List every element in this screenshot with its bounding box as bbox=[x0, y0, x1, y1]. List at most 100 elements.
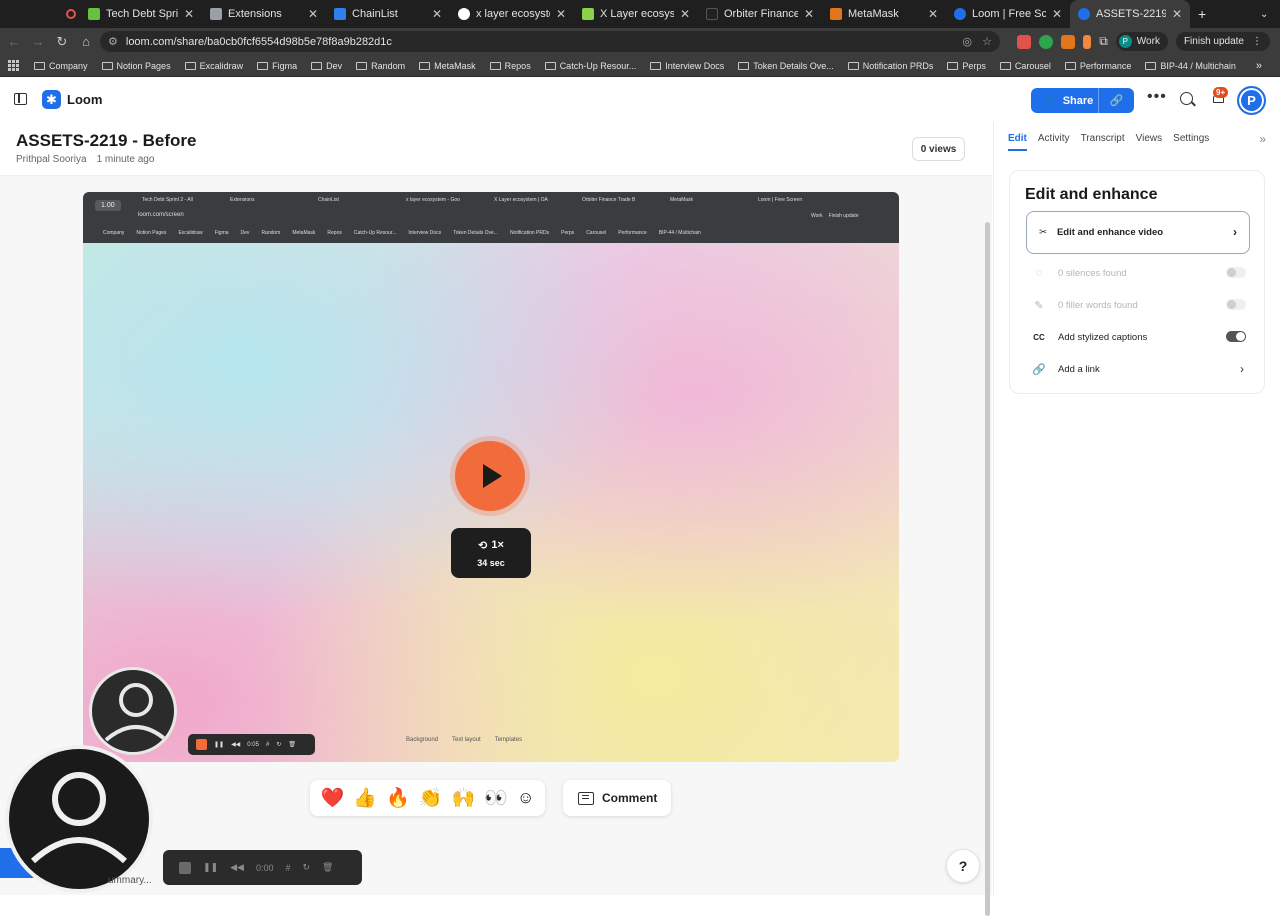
add-reaction-icon[interactable]: ☺ bbox=[517, 788, 534, 808]
captions-toggle[interactable] bbox=[1226, 331, 1246, 342]
browser-tab[interactable] bbox=[0, 0, 80, 28]
browser-tab[interactable]: Extensions ✕ bbox=[202, 0, 326, 28]
bookmark-folder[interactable]: MetaMask bbox=[419, 61, 476, 71]
loom-logo-icon[interactable]: ✱ bbox=[42, 90, 61, 109]
bookmarks-overflow-button[interactable]: » bbox=[1256, 60, 1262, 72]
close-tab-icon[interactable]: ✕ bbox=[308, 7, 318, 21]
close-tab-icon[interactable]: ✕ bbox=[1052, 7, 1062, 21]
page-scrollbar[interactable] bbox=[985, 222, 990, 916]
close-tab-icon[interactable]: ✕ bbox=[1172, 7, 1182, 21]
folder-icon bbox=[650, 61, 662, 70]
stylized-captions-option[interactable]: CC Add stylized captions bbox=[1032, 327, 1248, 347]
home-icon[interactable]: ⌂ bbox=[74, 34, 98, 49]
close-tab-icon[interactable]: ✕ bbox=[184, 7, 194, 21]
bookmark-folder[interactable]: Catch-Up Resour... bbox=[544, 61, 636, 71]
rewind-button[interactable]: ◀◀ bbox=[230, 862, 244, 873]
browser-tab[interactable]: Orbiter Finance Trad ✕ bbox=[698, 0, 822, 28]
bookmark-folder[interactable]: Dev bbox=[311, 61, 342, 71]
reaction-raised-hands[interactable]: 🙌 bbox=[452, 786, 476, 810]
tab-activity[interactable]: Activity bbox=[1038, 133, 1070, 151]
tab-settings[interactable]: Settings bbox=[1173, 133, 1209, 151]
bookmark-folder[interactable]: Interview Docs bbox=[650, 61, 724, 71]
bookmark-folder[interactable]: Excalidraw bbox=[184, 61, 243, 71]
folder-icon bbox=[847, 61, 859, 70]
browser-tab[interactable]: Loom | Free Screen ✕ bbox=[946, 0, 1070, 28]
restart-icon[interactable]: ↻ bbox=[302, 862, 310, 873]
reaction-thumbs-up[interactable]: 👍 bbox=[353, 786, 377, 810]
bookmark-folder[interactable]: Repos bbox=[489, 61, 531, 71]
bookmark-folder[interactable]: Notion Pages bbox=[101, 61, 171, 71]
camera-bubble[interactable] bbox=[5, 745, 153, 893]
browser-tab[interactable]: MetaMask ✕ bbox=[822, 0, 946, 28]
extension-icon[interactable] bbox=[1083, 34, 1092, 49]
browser-tab[interactable]: Tech Debt Sprint 2 ✕ bbox=[80, 0, 202, 28]
copy-link-button[interactable]: 🔗 bbox=[1099, 94, 1134, 107]
bookmark-folder[interactable]: Notification PRDs bbox=[847, 61, 933, 71]
bookmark-folder[interactable]: Company bbox=[34, 61, 88, 71]
apps-grid-icon[interactable] bbox=[8, 59, 20, 72]
extension-icon[interactable] bbox=[1039, 34, 1054, 49]
reaction-heart[interactable]: ❤️ bbox=[321, 786, 345, 810]
more-options-icon[interactable]: ••• bbox=[1147, 88, 1167, 106]
profile-button[interactable]: P Work bbox=[1115, 32, 1168, 51]
bookmark-folder[interactable]: Token Details Ove... bbox=[738, 61, 834, 71]
bookmark-folder[interactable]: Random bbox=[356, 61, 405, 71]
tab-search-icon[interactable]: ⌄ bbox=[1252, 0, 1280, 28]
trash-icon[interactable]: 🗑 bbox=[322, 862, 333, 873]
new-tab-button[interactable]: + bbox=[1190, 0, 1220, 28]
video-title[interactable]: ASSETS-2219 - Before bbox=[16, 131, 196, 151]
sidebar-toggle-icon[interactable] bbox=[14, 93, 27, 105]
stop-recording-button[interactable] bbox=[179, 861, 191, 874]
bookmark-folder[interactable]: Performance bbox=[1064, 61, 1131, 71]
help-button[interactable]: ? bbox=[946, 849, 980, 883]
tab-edit[interactable]: Edit bbox=[1008, 133, 1027, 151]
browser-tab[interactable]: x layer ecosystem - ✕ bbox=[450, 0, 574, 28]
add-link-option[interactable]: 🔗 Add a link › bbox=[1032, 359, 1248, 379]
bookmark-folder[interactable]: Carousel bbox=[999, 61, 1051, 71]
close-tab-icon[interactable]: ✕ bbox=[432, 7, 442, 21]
eye-off-icon[interactable]: ◎ bbox=[962, 35, 972, 48]
author-name[interactable]: Prithpal Sooriya bbox=[16, 154, 87, 165]
close-tab-icon[interactable]: ✕ bbox=[804, 7, 814, 21]
folder-icon bbox=[489, 61, 501, 70]
user-avatar[interactable]: P bbox=[1237, 86, 1266, 115]
playback-speed-badge[interactable]: ⟲ 1× 34 sec bbox=[451, 528, 531, 578]
browser-tab[interactable]: X Layer ecosystem | ✕ bbox=[574, 0, 698, 28]
collapse-panel-icon[interactable]: » bbox=[1259, 132, 1266, 146]
bookmark-star-icon[interactable]: ☆ bbox=[982, 35, 992, 48]
browser-tab-active[interactable]: ASSETS-2219 - Befo ✕ bbox=[1070, 0, 1190, 28]
notification-badge: 9+ bbox=[1213, 87, 1229, 98]
grid-icon[interactable]: # bbox=[285, 863, 290, 873]
loom-brand[interactable]: Loom bbox=[67, 92, 102, 107]
bookmark-folder[interactable]: Perps bbox=[947, 61, 986, 71]
browser-tab[interactable]: ChainList ✕ bbox=[326, 0, 450, 28]
reaction-fire[interactable]: 🔥 bbox=[386, 786, 410, 810]
views-count-button[interactable]: 0 views bbox=[912, 137, 965, 161]
reload-icon[interactable]: ↻ bbox=[50, 34, 74, 50]
close-tab-icon[interactable]: ✕ bbox=[928, 7, 938, 21]
puzzle-icon[interactable]: ⧉ bbox=[1099, 34, 1108, 49]
reaction-clap[interactable]: 👏 bbox=[419, 786, 443, 810]
back-icon[interactable]: ← bbox=[2, 34, 26, 49]
search-icon[interactable] bbox=[1180, 92, 1193, 105]
share-button[interactable]: 👤 Share bbox=[1031, 88, 1099, 113]
finish-update-button[interactable]: Finish update ⋮ bbox=[1175, 32, 1270, 51]
play-button[interactable] bbox=[455, 441, 525, 511]
pause-button[interactable]: ❚❚ bbox=[203, 862, 218, 873]
metamask-extension-icon[interactable] bbox=[1061, 34, 1076, 49]
close-tab-icon[interactable]: ✕ bbox=[680, 7, 690, 21]
close-tab-icon[interactable]: ✕ bbox=[556, 7, 566, 21]
tab-views[interactable]: Views bbox=[1136, 133, 1163, 151]
tab-transcript[interactable]: Transcript bbox=[1081, 133, 1125, 151]
site-info-icon[interactable]: ⚙ bbox=[108, 35, 118, 48]
chevron-right-icon: › bbox=[1233, 225, 1237, 239]
bookmark-folder[interactable]: BIP-44 / Multichain bbox=[1145, 61, 1236, 71]
forward-icon[interactable]: → bbox=[26, 34, 50, 49]
bookmark-folder[interactable]: Figma bbox=[257, 61, 297, 71]
comment-button[interactable]: Comment bbox=[563, 780, 671, 816]
reaction-eyes[interactable]: 👀 bbox=[484, 786, 508, 810]
extension-icon[interactable] bbox=[1017, 34, 1032, 49]
url-field[interactable]: ⚙ loom.com/share/ba0cb0fcf6554d98b5e78f8… bbox=[100, 31, 1000, 52]
video-player[interactable]: 1.00 Tech Debt Sprint 2 - All Extensions… bbox=[83, 192, 899, 762]
edit-enhance-video-button[interactable]: ✂ Edit and enhance video › bbox=[1026, 211, 1250, 254]
